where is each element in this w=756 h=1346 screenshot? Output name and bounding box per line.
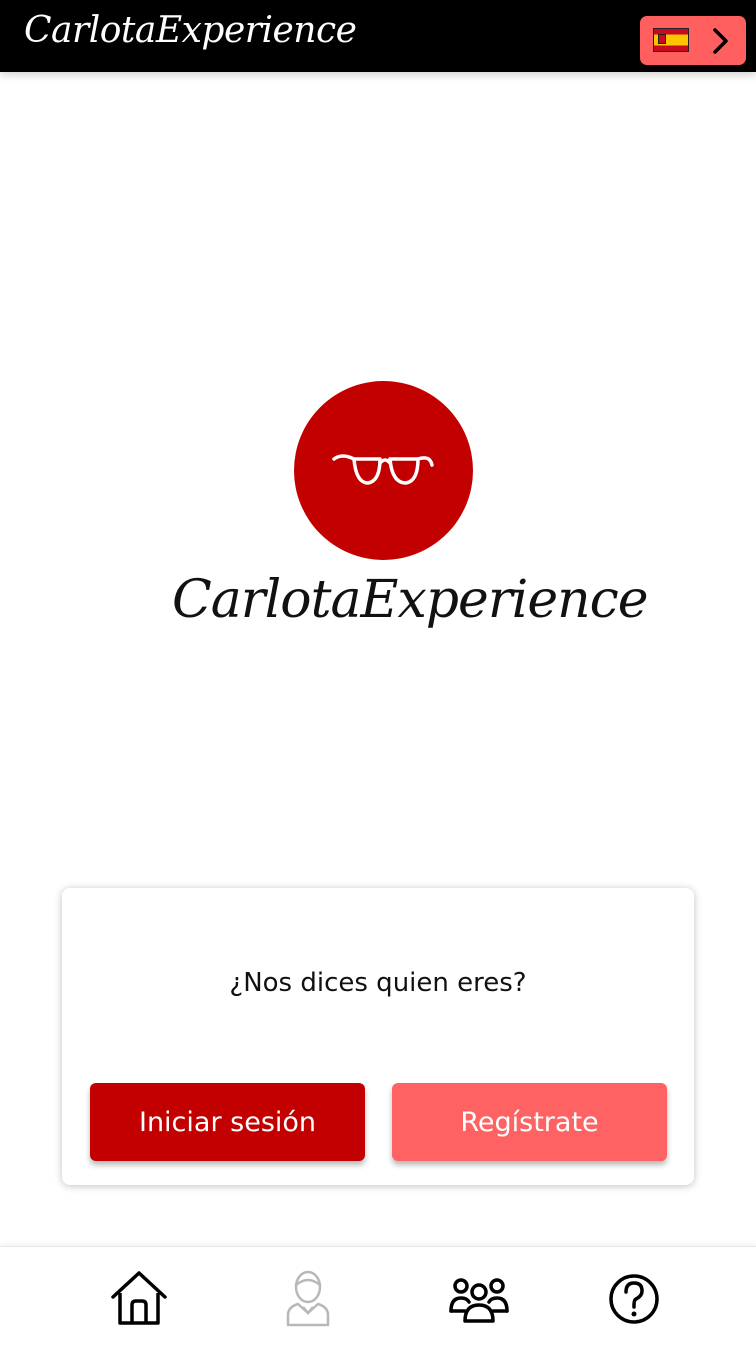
top-bar: CarlotaExperience [0,0,756,72]
nav-help[interactable] [602,1267,666,1331]
logo-circle [294,381,473,560]
home-icon [111,1271,167,1325]
login-button[interactable]: Iniciar sesión [90,1083,365,1161]
logo-wordmark: CarlotaExperience [172,570,648,630]
glasses-icon [332,454,434,485]
flag-emblem [658,34,666,44]
group-icon [449,1278,509,1323]
chevron-right-icon [713,28,728,54]
user-icon [286,1270,330,1327]
spain-flag-icon [653,28,689,52]
language-selector-button[interactable] [640,16,746,65]
identity-question: ¿Nos dices quien eres? [229,968,527,998]
help-icon [609,1274,659,1324]
nav-community[interactable] [447,1267,511,1331]
identity-card: ¿Nos dices quien eres? Iniciar sesión Re… [62,888,694,1185]
app-title: CarlotaExperience [24,10,357,51]
nav-profile[interactable] [276,1267,340,1331]
register-button[interactable]: Regístrate [392,1083,667,1161]
app-screen: CarlotaExperience CarlotaExperience ¿Nos… [0,0,756,1346]
bottom-navigation [0,1246,756,1346]
nav-home[interactable] [107,1267,171,1331]
